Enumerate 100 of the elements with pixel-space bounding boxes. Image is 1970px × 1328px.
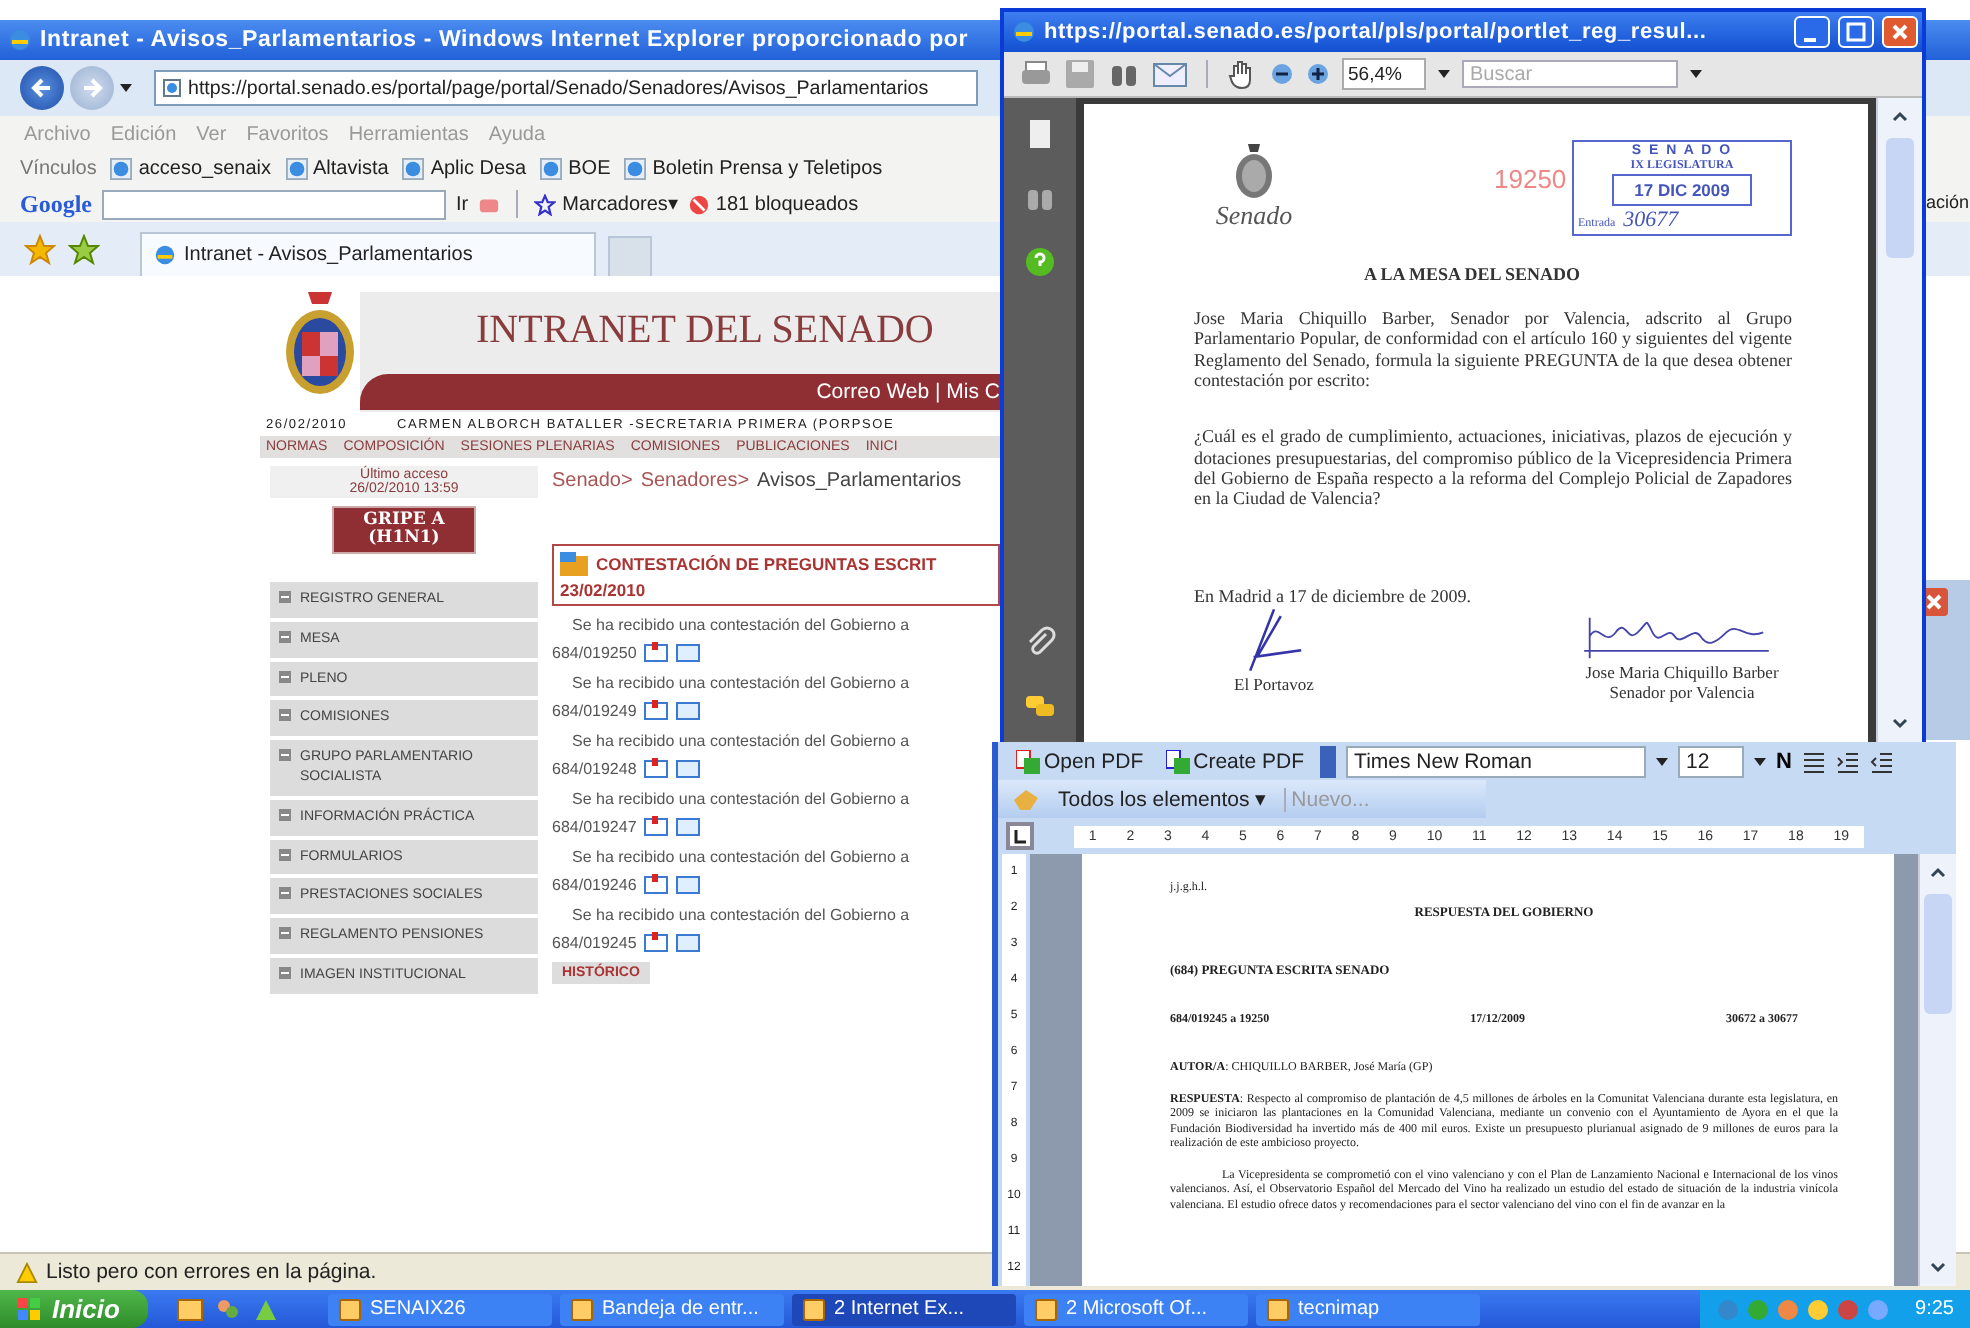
notice-number[interactable]: 684/019249 [552,701,637,719]
top-links[interactable]: Correo Web | Mis C [816,380,1000,404]
browser-tab[interactable]: Intranet - Avisos_Parlamentarios [140,232,596,276]
bullet-icon [278,926,292,941]
bookmarks-button[interactable]: Marcadores▾ [534,192,678,216]
addressee: A LA MESA DEL SENADO [1364,264,1583,284]
close-button[interactable] [1882,16,1918,48]
bullet-icon [278,886,292,901]
status-text: Listo pero con errores en la página. [46,1260,377,1284]
font-field[interactable]: Times New Roman [1346,745,1647,777]
back-button[interactable] [20,66,64,110]
flu-button[interactable]: GRIPE A (H1N1) [332,506,476,554]
bold-button[interactable]: N [1776,749,1792,773]
print-icon[interactable] [1020,58,1052,90]
address-field[interactable]: https://portal.senado.es/portal/page/portal/Senado/Senadores/Avisos_Parlamentarios [154,70,978,106]
breadcrumb-link[interactable]: Avisos_Parlamentarios [757,470,962,492]
scrollbar[interactable] [1876,98,1922,742]
scroll-down-icon[interactable] [1890,714,1910,734]
notice-number[interactable]: 684/019248 [552,759,637,777]
window-icon [570,1297,594,1321]
toolbar-text: ación [1926,192,1970,212]
caret-icon[interactable] [1438,70,1450,78]
link-item[interactable]: acceso_senaix [110,158,272,180]
app-icon[interactable] [252,1295,280,1323]
caret-icon[interactable] [1754,757,1767,765]
open-pdf-button[interactable]: Open PDF [1010,749,1150,773]
window-title: Intranet - Avisos_Parlamentarios - Windows Internet Explorer proporcionado por [40,28,968,52]
outdent-icon[interactable] [1836,749,1860,773]
email-icon[interactable] [1152,60,1188,88]
breadcrumb-link[interactable]: Senadores> [640,470,750,492]
notice-number[interactable]: 684/019245 [552,933,637,951]
indent-icon[interactable] [1870,749,1894,773]
zoom-field[interactable]: 56,4% [1342,58,1426,90]
create-pdf-button[interactable]: Create PDF [1159,749,1311,773]
link-item[interactable]: Boletin Prensa y Teletipos [624,158,883,180]
search-field[interactable]: Buscar [1462,60,1678,88]
search-field[interactable] [102,189,446,219]
link-item[interactable]: BOE [540,158,611,180]
notice-number[interactable]: 684/019247 [552,817,637,835]
desktop-icon[interactable] [176,1295,204,1323]
caret-icon[interactable] [1656,757,1669,765]
book-icon[interactable] [676,640,701,664]
elements-dropdown[interactable]: Todos los elementos ▾ [1052,786,1274,812]
breadcrumb-link[interactable]: Senado> [552,470,633,492]
notice-text: Se ha recibido una contestación del Gobierno a [570,790,912,808]
book-icon[interactable] [676,872,701,896]
caret-icon[interactable] [1690,70,1702,78]
maximize-icon [1846,22,1866,42]
pdf-book-icon[interactable] [644,756,669,780]
font-size-field[interactable]: 12 [1678,745,1745,777]
notice-number[interactable]: 684/019246 [552,875,637,893]
maximize-button[interactable] [1838,16,1874,48]
taskbar-button[interactable]: tecnimap [1256,1293,1480,1325]
pdf-book-icon[interactable] [644,698,669,722]
browser-icon [402,158,425,180]
zoom-in-icon[interactable] [1306,62,1330,86]
tab-stop-icon[interactable] [1006,822,1034,850]
bullet-icon [278,748,292,763]
notice-number[interactable]: 684/019250 [552,643,637,661]
caret-icon[interactable] [120,84,132,92]
scroll-thumb[interactable] [1924,894,1952,1014]
star-icon [534,193,557,215]
pdf-book-icon[interactable] [644,872,669,896]
registry-number: 19250 [1494,164,1567,194]
scroll-up-icon[interactable] [1890,106,1910,126]
browser-icon [110,158,133,180]
pdf-book-icon[interactable] [644,814,669,838]
book-icon[interactable] [676,814,701,838]
favorites-star-icon[interactable] [24,233,56,265]
popup-blocker-button[interactable]: 181 bloqueados [687,193,859,215]
bullet-icon [278,590,292,604]
pages-icon[interactable] [1024,118,1056,150]
taskbar-button[interactable]: 2 Microsoft Of... [1024,1293,1248,1325]
bullet-icon [278,807,292,822]
scroll-down-icon[interactable] [1928,1258,1948,1278]
scrollbar[interactable] [1918,854,1956,1286]
toolbar-grip[interactable] [1320,745,1337,777]
comments-icon[interactable] [1024,690,1056,722]
minimize-button[interactable] [1794,16,1830,48]
taskbar-button[interactable]: Bandeja de entr... [560,1293,784,1325]
book-icon[interactable] [676,698,701,722]
book-icon[interactable] [676,930,701,954]
link-item[interactable]: Aplic Desa [402,158,527,180]
scroll-thumb[interactable] [1886,138,1914,258]
pdf-book-icon[interactable] [644,640,669,664]
scroll-up-icon[interactable] [1928,862,1948,882]
emblem-caption: Senado [1215,200,1293,232]
go-button[interactable]: Ir [456,193,469,215]
justify-icon[interactable] [1802,749,1826,773]
help-icon[interactable] [1024,246,1056,278]
book-icon[interactable] [676,756,701,780]
paperclip-icon[interactable] [1024,626,1056,658]
zoom-out-icon[interactable] [1270,62,1294,86]
pdf-book-icon[interactable] [644,930,669,954]
window-icon [802,1297,826,1321]
add-favorite-icon[interactable] [68,233,100,265]
link-item[interactable]: Altavista [285,158,389,180]
taskbar-button[interactable]: SENAIX26 [328,1293,552,1325]
taskbar-button[interactable]: 2 Internet Ex... [792,1293,1016,1325]
paragraph: ¿Cuál es el grado de cumplimiento, actuaciones, iniciativas, plazos de ejecución y dotaciones presupuestarias, del compromiso público de la Vicepresidencia Primera del Gobierno de España respecto a la reforma del Complejo Policial de Zapadores en la Ciudad de Valencia? [1194,426,1792,510]
